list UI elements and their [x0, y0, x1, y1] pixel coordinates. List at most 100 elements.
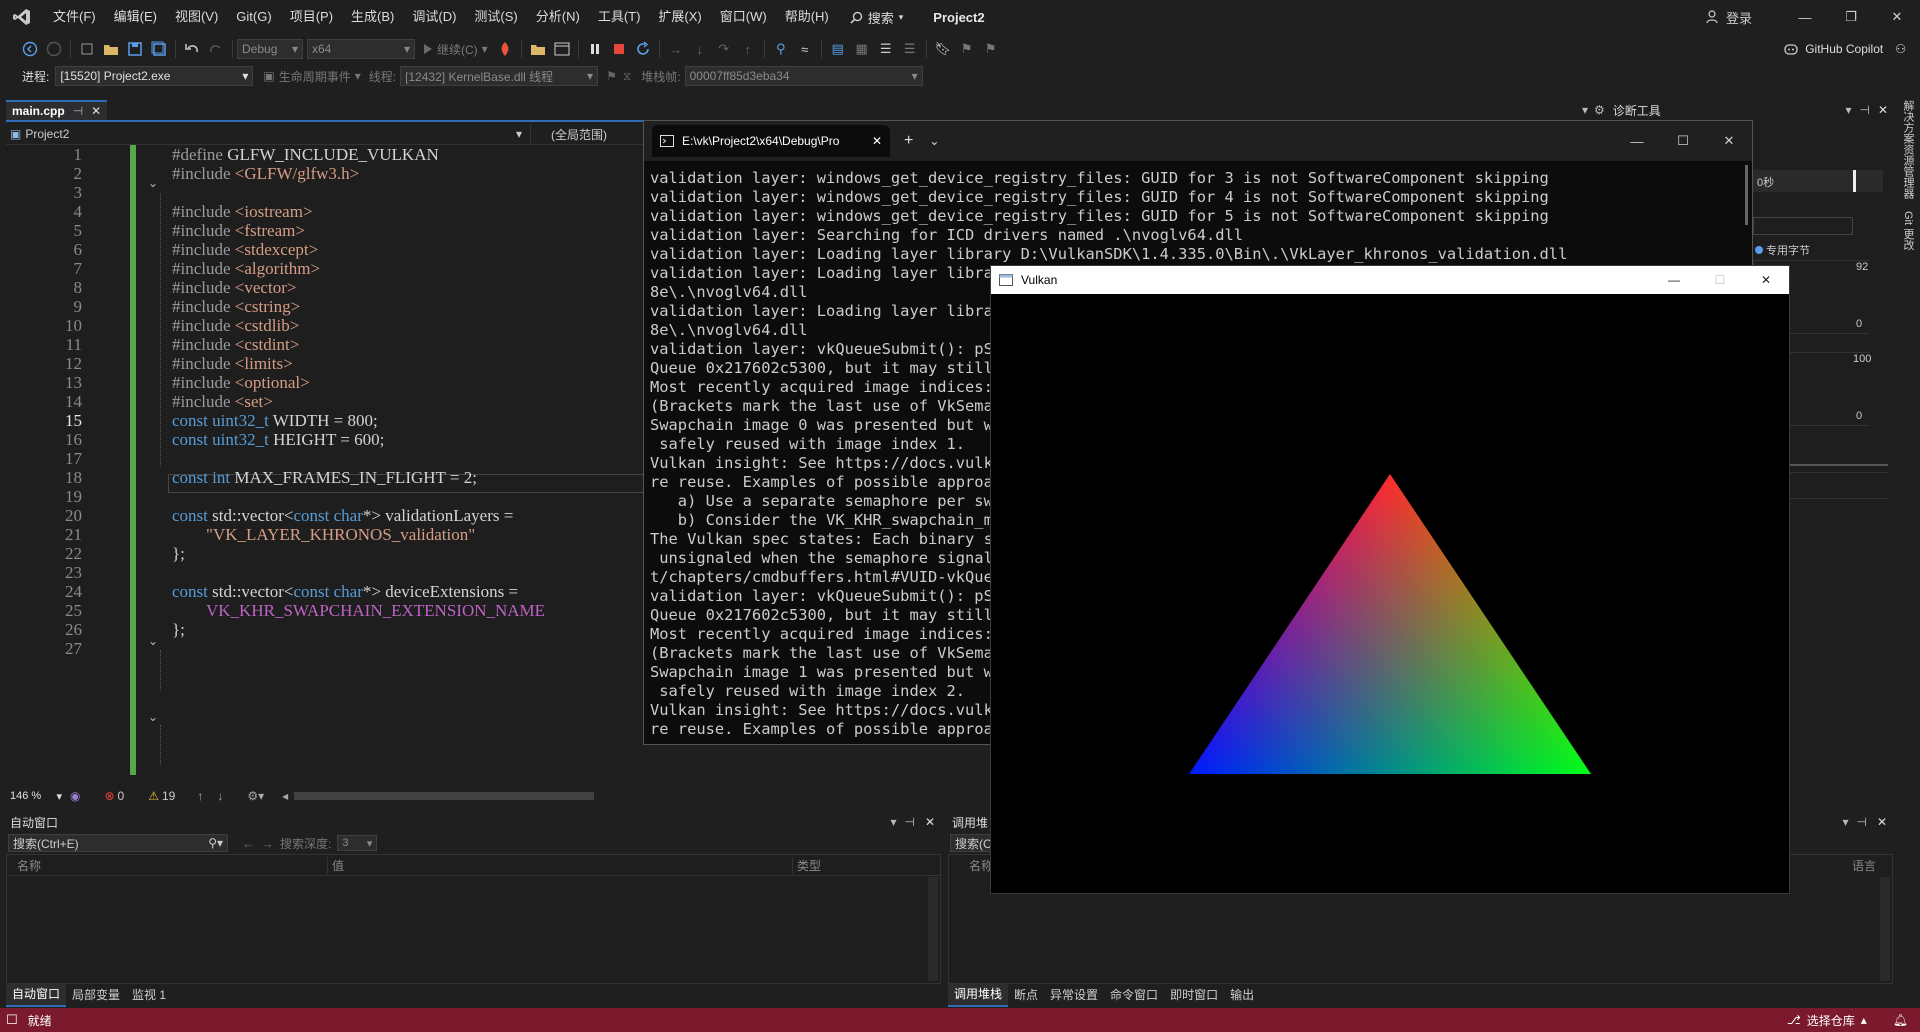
stop-icon[interactable] [610, 40, 628, 58]
back-nav-icon[interactable] [21, 40, 39, 58]
col-type[interactable]: 类型 [793, 857, 821, 874]
bookmark-icon[interactable]: 🔖︎ [934, 40, 952, 58]
continue-button[interactable]: 继续(C) ▾ [423, 41, 488, 58]
outdent-icon[interactable]: ☰ [901, 40, 919, 58]
cleanup-icon[interactable]: ⚙▾ [247, 789, 264, 803]
indent-icon[interactable]: ☰ [877, 40, 895, 58]
horizontal-scrollbar[interactable] [294, 792, 595, 800]
vertical-scrollbar[interactable] [928, 877, 938, 981]
window-layout-icon[interactable] [553, 40, 571, 58]
step-over-icon[interactable]: ↷ [715, 40, 733, 58]
vulkan-close-button[interactable]: ✕ [1743, 266, 1789, 294]
code-editor[interactable]: 1 2 3 4 5 6 7 8 9 10 11 12 13 14 15 16 17 18 19 20 21 22 23 24 2… [6, 145, 646, 785]
timeline-ruler[interactable]: 0秒 [1753, 170, 1883, 192]
chevron-down-icon[interactable]: ⌄ [929, 134, 939, 148]
minimize-button[interactable]: — [1782, 0, 1828, 34]
menu-view[interactable]: 视图(V) [166, 0, 227, 34]
menu-file[interactable]: 文件(F) [44, 0, 105, 34]
tab-immediate-window[interactable]: 即时窗口 [1164, 984, 1224, 1006]
new-tab-icon[interactable]: + [904, 132, 913, 150]
github-copilot-button[interactable]: GitHub Copilot ⚇ [1783, 42, 1906, 56]
tab-command-window[interactable]: 命令窗口 [1104, 984, 1164, 1006]
close-icon[interactable]: ✕ [91, 104, 101, 118]
close-icon[interactable]: ✕ [925, 815, 935, 829]
flag-icon[interactable]: ⚑ [606, 69, 617, 83]
tab-autos[interactable]: 自动窗口 [6, 983, 67, 1007]
tab-callstack[interactable]: 调用堆栈 [948, 983, 1009, 1007]
menu-extensions[interactable]: 扩展(X) [649, 0, 710, 34]
stackframe-select[interactable]: 00007ff85d3eba34 ▾ [684, 66, 923, 86]
col-lang[interactable]: 语言 [1852, 857, 1876, 874]
open-folder-icon[interactable] [102, 40, 120, 58]
prev-issue-icon[interactable]: ↑ [197, 789, 203, 803]
filter-icon[interactable]: ⧖ [623, 69, 631, 84]
process-select[interactable]: [15520] Project2.exe ▾ [55, 66, 254, 86]
console-close-button[interactable]: ✕ [1706, 121, 1752, 161]
tab-breakpoints[interactable]: 断点 [1008, 984, 1044, 1006]
menu-test[interactable]: 测试(S) [465, 0, 526, 34]
menu-analyze[interactable]: 分析(N) [527, 0, 589, 34]
menu-window[interactable]: 窗口(W) [711, 0, 776, 34]
step-into-icon[interactable]: ↓ [691, 40, 709, 58]
lifecycle-events-label[interactable]: 生命周期事件 [279, 68, 351, 85]
tab-exception-settings[interactable]: 异常设置 [1044, 984, 1104, 1006]
fold-toggle-icon[interactable]: ⌄ [148, 634, 160, 648]
diag-filter[interactable] [1753, 217, 1853, 235]
vulkan-window[interactable]: Vulkan — ☐ ✕ [990, 265, 1790, 894]
autos-search-input[interactable]: 搜索(Ctrl+E) ⚲▾ [8, 834, 228, 852]
tab-locals[interactable]: 局部变量 [66, 984, 126, 1006]
undo-icon[interactable] [183, 40, 201, 58]
panel-options-icon[interactable]: ▾ [890, 815, 896, 829]
select-repository-button[interactable]: ⎇ 选择仓库 ▴ 🔔︎ [1787, 1012, 1908, 1029]
pause-icon[interactable] [586, 40, 604, 58]
panel-options-icon[interactable]: ▾ [1845, 103, 1851, 117]
vulkan-maximize-button[interactable]: ☐ [1697, 266, 1743, 294]
format-icon[interactable]: ▦ [853, 40, 871, 58]
error-icon[interactable]: ⊗ [104, 789, 114, 803]
new-project-icon[interactable] [78, 40, 96, 58]
vulkan-minimize-button[interactable]: — [1651, 266, 1697, 294]
pin-icon[interactable]: ⊣ [73, 104, 83, 118]
menu-debug[interactable]: 调试(D) [403, 0, 465, 34]
menu-git[interactable]: Git(G) [227, 0, 280, 34]
next-issue-icon[interactable]: ↓ [217, 789, 223, 803]
col-name[interactable]: 名称 [949, 857, 993, 874]
restart-icon[interactable] [634, 40, 652, 58]
performance-icon[interactable]: ≈ [796, 40, 814, 58]
tab-watch1[interactable]: 监视 1 [126, 984, 172, 1006]
health-icon[interactable]: ◉ [70, 789, 80, 803]
close-icon[interactable]: ✕ [1877, 815, 1887, 829]
solution-config-select[interactable]: Debug ▾ [237, 39, 303, 59]
close-button[interactable]: ✕ [1874, 0, 1920, 34]
console-maximize-button[interactable]: ☐ [1660, 121, 1706, 161]
diagnostics-icon[interactable]: ⚲ [772, 40, 790, 58]
visual-studio-logo-icon[interactable] [0, 7, 44, 27]
bookmark-prev-icon[interactable]: ⚑ [958, 40, 976, 58]
forward-nav-icon[interactable] [45, 40, 63, 58]
warning-icon[interactable]: ⚠ [148, 789, 159, 803]
step-out-icon[interactable]: ↑ [739, 40, 757, 58]
console-tab[interactable]: E:\vk\Project2\x64\Debug\Pro ✕ [652, 125, 890, 157]
save-icon[interactable] [126, 40, 144, 58]
side-tab-git-changes[interactable]: Git 更改 [1900, 211, 1916, 250]
vertical-scrollbar[interactable] [1880, 877, 1890, 981]
scope-dropdown[interactable]: (全局范围) [531, 126, 607, 143]
project-dropdown[interactable]: ▣ Project2 ▾ [6, 124, 531, 144]
search-menu[interactable]: 搜索 ▾ [850, 8, 903, 27]
fold-toggle-icon[interactable]: ⌄ [148, 176, 160, 190]
restore-button[interactable]: ❐ [1828, 0, 1874, 34]
tab-output[interactable]: 输出 [1224, 984, 1260, 1006]
menu-project[interactable]: 项目(P) [281, 0, 342, 34]
browse-icon[interactable] [529, 40, 547, 58]
tab-main-cpp[interactable]: main.cpp ⊣ ✕ [6, 100, 108, 120]
menu-help[interactable]: 帮助(H) [776, 0, 838, 34]
fold-toggle-icon[interactable]: ⌄ [148, 710, 160, 724]
zoom-select[interactable]: 146 % ▾ [6, 788, 66, 804]
console-minimize-button[interactable]: — [1614, 121, 1660, 161]
close-icon[interactable]: ✕ [872, 134, 882, 148]
col-name[interactable]: 名称 [7, 856, 328, 874]
show-next-statement-icon[interactable]: → [667, 40, 685, 58]
redo-icon[interactable] [207, 40, 225, 58]
pin-icon[interactable]: ⊣ [1856, 815, 1866, 829]
timeline-cursor[interactable] [1853, 170, 1856, 192]
